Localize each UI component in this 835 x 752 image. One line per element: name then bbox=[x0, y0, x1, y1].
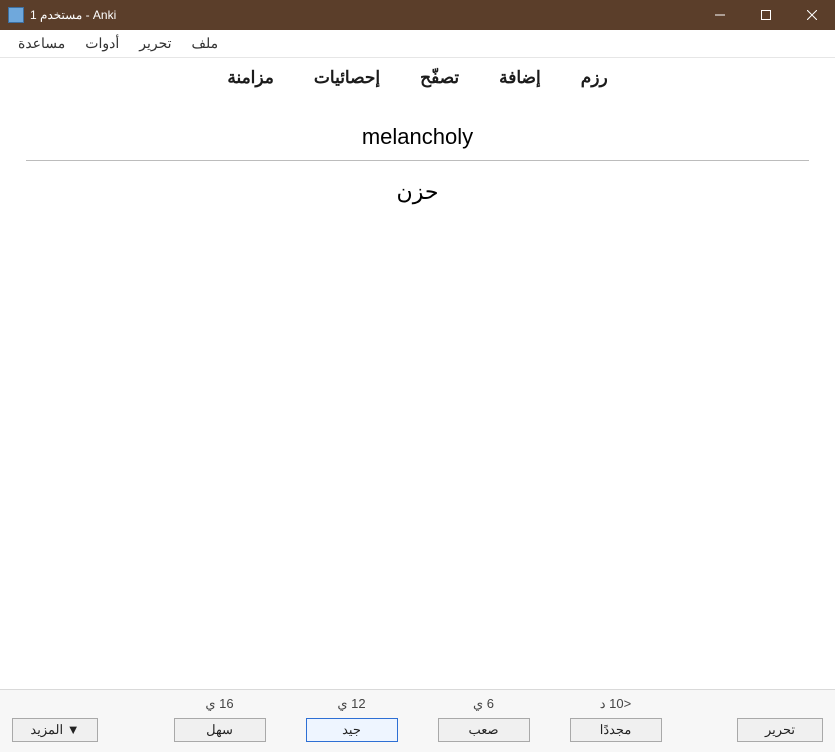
title-bar: مستخدم 1 - Anki bbox=[0, 0, 835, 30]
card-back: حزن bbox=[16, 179, 819, 205]
footer: <10 د مجددًا 6 ي صعب 12 ي جيد 16 ي سهل ا… bbox=[0, 689, 835, 752]
again-interval: <10 د bbox=[570, 696, 662, 712]
again-button[interactable]: مجددًا bbox=[570, 718, 662, 742]
easy-interval: 16 ي bbox=[174, 696, 266, 712]
good-button[interactable]: جيد bbox=[306, 718, 398, 742]
minimize-button[interactable] bbox=[697, 0, 743, 30]
nav-browse[interactable]: تصفّح bbox=[420, 68, 459, 88]
menu-bar: ملف تحرير أدوات مساعدة bbox=[0, 30, 835, 58]
menu-tools[interactable]: أدوات bbox=[75, 35, 129, 52]
hard-button[interactable]: صعب bbox=[438, 718, 530, 742]
card-area: melancholy حزن bbox=[0, 98, 835, 209]
close-button[interactable] bbox=[789, 0, 835, 30]
card-divider bbox=[26, 160, 809, 161]
nav-stats[interactable]: إحصائيات bbox=[314, 68, 380, 88]
menu-help[interactable]: مساعدة bbox=[8, 35, 75, 52]
hard-interval: 6 ي bbox=[438, 696, 530, 712]
menu-edit[interactable]: تحرير bbox=[129, 35, 181, 52]
good-interval: 12 ي bbox=[306, 696, 398, 712]
nav-sync[interactable]: مزامنة bbox=[227, 68, 274, 88]
easy-button[interactable]: سهل bbox=[174, 718, 266, 742]
nav-decks[interactable]: رزم bbox=[581, 68, 608, 88]
app-icon bbox=[8, 7, 24, 23]
menu-file[interactable]: ملف bbox=[182, 35, 229, 52]
edit-button[interactable]: تحرير bbox=[737, 718, 823, 742]
window-controls bbox=[697, 0, 835, 30]
more-button[interactable]: المزيد ▼ bbox=[12, 718, 98, 742]
nav-bar: رزم إضافة تصفّح إحصائيات مزامنة bbox=[0, 58, 835, 98]
answer-buttons: <10 د مجددًا 6 ي صعب 12 ي جيد 16 ي سهل bbox=[10, 696, 825, 742]
card-front: melancholy bbox=[16, 124, 819, 150]
nav-add[interactable]: إضافة bbox=[499, 68, 541, 88]
maximize-button[interactable] bbox=[743, 0, 789, 30]
window-title: مستخدم 1 - Anki bbox=[30, 8, 116, 22]
